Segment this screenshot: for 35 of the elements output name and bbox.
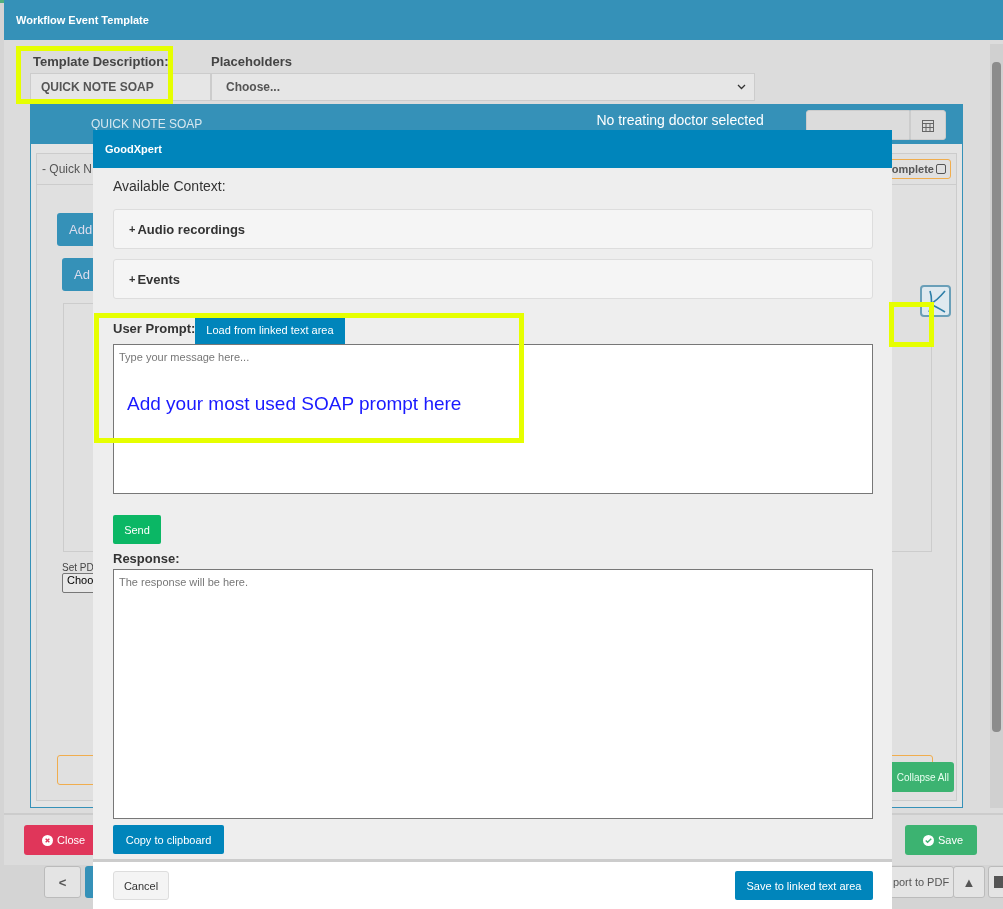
pager-button[interactable]: < xyxy=(44,866,81,898)
dialog-title: Workflow Event Template xyxy=(16,14,149,26)
prompt-label: User Prompt: xyxy=(113,321,196,336)
pdf-label: Set PD xyxy=(62,562,95,573)
calendar-button[interactable] xyxy=(910,110,946,140)
highlight-frame xyxy=(889,302,934,347)
pager-button[interactable]: ▲ xyxy=(953,866,985,898)
response-field[interactable]: The response will be here. xyxy=(113,569,873,819)
file-button[interactable] xyxy=(988,866,1003,898)
panel-title: QUICK NOTE SOAP xyxy=(91,117,204,131)
save-linked-button[interactable]: Save to linked text area xyxy=(735,871,873,900)
copy-button[interactable]: Copy to clipboard xyxy=(113,825,224,854)
send-button[interactable]: Send xyxy=(113,515,161,544)
file-icon xyxy=(993,875,1003,889)
doctor-status: No treating doctor selected xyxy=(596,112,765,128)
accordion-item[interactable]: +Events xyxy=(113,259,873,299)
cancel-button[interactable]: Cancel xyxy=(113,871,169,900)
load-button[interactable]: Load from linked text area xyxy=(195,316,345,344)
accordion-item[interactable]: +Audio recordings xyxy=(113,209,873,249)
description-field[interactable]: QUICK NOTE SOAP xyxy=(30,73,211,101)
context-label: Available Context: xyxy=(113,178,227,194)
placeholders-select[interactable]: Choose... xyxy=(211,73,755,101)
section-title: - Quick N xyxy=(42,162,92,176)
scrollbar[interactable] xyxy=(990,44,1003,808)
response-label: Response: xyxy=(113,551,181,566)
check-icon xyxy=(922,834,934,846)
chevron-icon xyxy=(737,84,746,90)
modal-title: GoodXpert xyxy=(105,143,162,155)
calendar-icon xyxy=(922,118,934,132)
close-icon xyxy=(42,834,53,846)
save-button[interactable]: Save xyxy=(904,825,977,855)
field-label: Placeholders xyxy=(211,54,293,69)
annotation-text: Add your most used SOAP prompt here xyxy=(127,393,462,415)
field-label: Template Description: xyxy=(32,54,170,69)
logo-button[interactable] xyxy=(920,285,951,317)
